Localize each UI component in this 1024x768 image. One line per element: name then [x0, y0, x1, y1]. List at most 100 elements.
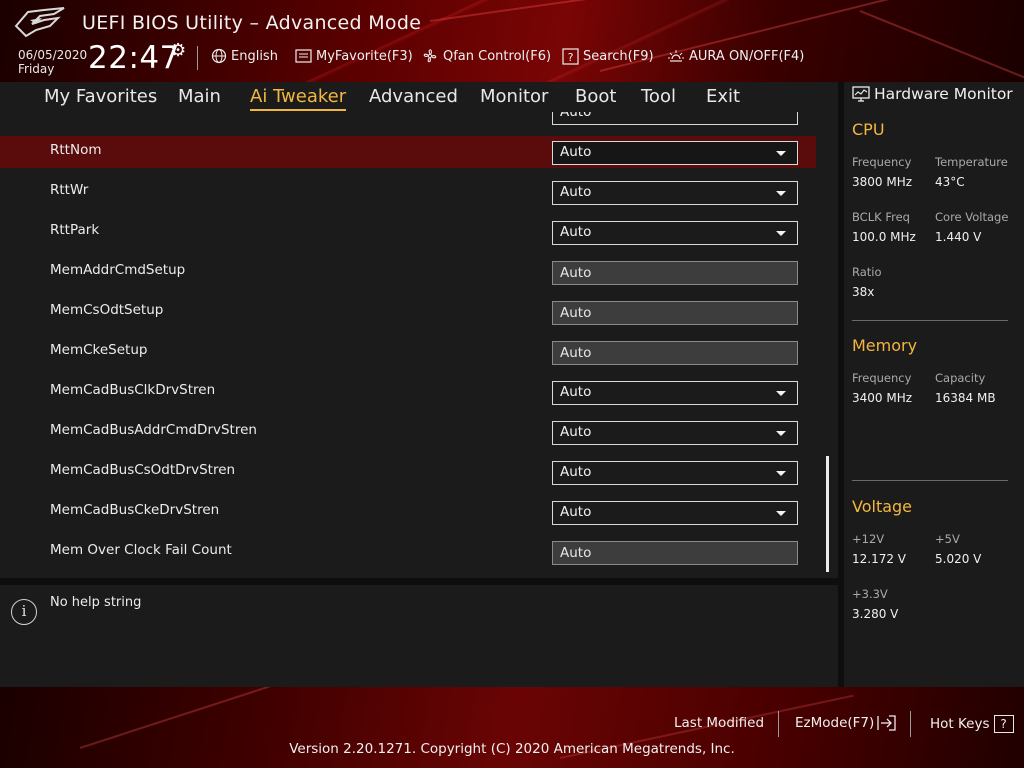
qfan-label: Qfan Control(F6): [443, 48, 552, 64]
search-button[interactable]: ? Search(F9): [562, 47, 654, 65]
memory-divider: [852, 480, 1008, 481]
aura-label: AURA ON/OFF(F4): [689, 48, 805, 64]
tab-my-favorites[interactable]: My Favorites: [44, 86, 157, 107]
top-header: UEFI BIOS Utility – Advanced Mode 06/05/…: [0, 0, 1024, 82]
bclk-freq-value: 100.0 MHz: [852, 230, 916, 244]
dropdown-arrow-icon: [776, 511, 786, 516]
svg-text:?: ?: [568, 51, 574, 64]
setting-textbox-memaddrcmdsetup[interactable]: Auto: [552, 261, 798, 285]
settings-scrollbar[interactable]: [826, 456, 829, 572]
date-text: 06/05/2020: [18, 48, 88, 62]
setting-label: MemCadBusAddrCmdDrvStren: [50, 422, 257, 438]
setting-value: Auto: [560, 424, 592, 440]
memory-capacity-value: 16384 MB: [935, 391, 996, 405]
setting-value: Auto: [560, 112, 592, 120]
help-key-icon: ?: [993, 715, 1014, 733]
rog-logo-icon: [14, 7, 65, 38]
setting-dropdown-rttwr[interactable]: Auto: [552, 181, 798, 205]
day-text: Friday: [18, 62, 55, 76]
setting-dropdown-memcadbuscsodtdrvstren[interactable]: Auto: [552, 461, 798, 485]
setting-textbox-mem-over-clock-fail-count[interactable]: Auto: [552, 541, 798, 565]
setting-row-mem-over-clock-fail-count[interactable]: Mem Over Clock Fail Count Auto: [0, 536, 816, 568]
setting-label: MemCsOdtSetup: [50, 302, 164, 318]
decorative-streak: [859, 10, 1024, 82]
cpu-divider: [852, 320, 1008, 321]
core-voltage-value: 1.440 V: [935, 230, 982, 244]
myfavorite-button[interactable]: MyFavorite(F3): [295, 47, 413, 65]
footer-divider: [778, 711, 779, 737]
ezmode-button[interactable]: EzMode(F7): [795, 715, 897, 731]
voltage-heading: Voltage: [852, 497, 913, 516]
setting-dropdown-memcadbusclkdrvstren[interactable]: Auto: [552, 381, 798, 405]
myfavorite-label: MyFavorite(F3): [316, 48, 413, 64]
setting-label: RttWr: [50, 182, 89, 198]
setting-value: Auto: [560, 384, 592, 400]
setting-label: MemAddrCmdSetup: [50, 262, 186, 278]
tab-advanced[interactable]: Advanced: [369, 86, 458, 107]
setting-row-memcadbusclkdrvstren[interactable]: MemCadBusClkDrvStren Auto: [0, 376, 816, 408]
setting-row-rttnom[interactable]: RttNom Auto: [0, 136, 816, 168]
footer-divider: [910, 711, 911, 737]
setting-dropdown-memcadbusaddrcmddrvstren[interactable]: Auto: [552, 421, 798, 445]
cpu-temperature-value: 43°C: [935, 175, 965, 189]
setting-textbox-memckesetup[interactable]: Auto: [552, 341, 798, 365]
tab-main[interactable]: Main: [178, 86, 221, 107]
setting-value: Auto: [560, 464, 592, 480]
setting-value: Auto: [560, 504, 592, 520]
setting-row-partial[interactable]: Auto: [0, 112, 816, 128]
bclk-freq-label: BCLK Freq: [852, 210, 910, 224]
setting-label: MemCadBusClkDrvStren: [50, 382, 216, 398]
globe-icon: [211, 48, 227, 64]
setting-label: MemCadBusCsOdtDrvStren: [50, 462, 236, 478]
setting-row-memcadbusaddrcmddrvstren[interactable]: MemCadBusAddrCmdDrvStren Auto: [0, 416, 816, 448]
hardware-monitor-title: Hardware Monitor: [852, 85, 1013, 103]
dropdown-arrow-icon: [776, 431, 786, 436]
setting-dropdown-rttnom[interactable]: Auto: [552, 141, 798, 165]
ratio-label: Ratio: [852, 265, 882, 279]
cpu-heading: CPU: [852, 120, 885, 139]
last-modified-button[interactable]: Last Modified: [674, 715, 764, 731]
setting-row-memaddrcmdsetup[interactable]: MemAddrCmdSetup Auto: [0, 256, 816, 288]
setting-value: Auto: [560, 184, 592, 200]
search-label: Search(F9): [583, 48, 654, 64]
app-title: UEFI BIOS Utility – Advanced Mode: [82, 12, 422, 34]
help-panel: i No help string: [0, 585, 838, 687]
tab-boot[interactable]: Boot: [575, 86, 616, 107]
dropdown-arrow-icon: [776, 391, 786, 396]
memory-capacity-label: Capacity: [935, 371, 986, 385]
tab-ai-tweaker[interactable]: Ai Tweaker: [250, 86, 347, 111]
dropdown-arrow-icon: [776, 151, 786, 156]
settings-list: Auto RttNom Auto RttWr Auto RttPark Auto…: [0, 112, 838, 578]
setting-row-memcadbusckedrvstren[interactable]: MemCadBusCkeDrvStren Auto: [0, 496, 816, 528]
ratio-value: 38x: [852, 285, 875, 299]
setting-row-memcadbuscsodtdrvstren[interactable]: MemCadBusCsOdtDrvStren Auto: [0, 456, 816, 488]
cpu-temperature-label: Temperature: [935, 155, 1008, 169]
setting-dropdown-memcadbusckedrvstren[interactable]: Auto: [552, 501, 798, 525]
aura-button[interactable]: AURA ON/OFF(F4): [667, 47, 804, 65]
memory-heading: Memory: [852, 336, 918, 355]
tab-tool[interactable]: Tool: [641, 86, 676, 107]
hardware-monitor-label: Hardware Monitor: [874, 85, 1013, 103]
setting-row-memckesetup[interactable]: MemCkeSetup Auto: [0, 336, 816, 368]
tab-exit[interactable]: Exit: [706, 86, 740, 107]
setting-row-rttwr[interactable]: RttWr Auto: [0, 176, 816, 208]
help-search-icon: ?: [562, 47, 579, 65]
cpu-frequency-label: Frequency: [852, 155, 912, 169]
memory-frequency-label: Frequency: [852, 371, 912, 385]
qfan-button[interactable]: Qfan Control(F6): [421, 47, 551, 65]
ezmode-label: EzMode(F7): [795, 715, 875, 731]
tab-monitor[interactable]: Monitor: [480, 86, 548, 107]
monitor-icon: [852, 86, 870, 102]
hotkeys-button[interactable]: Hot Keys ?: [930, 715, 1014, 733]
dropdown-arrow-icon: [776, 471, 786, 476]
setting-row-memcsodtsetup[interactable]: MemCsOdtSetup Auto: [0, 296, 816, 328]
dropdown-arrow-icon: [776, 231, 786, 236]
setting-row-rttpark[interactable]: RttPark Auto: [0, 216, 816, 248]
language-button[interactable]: English: [211, 47, 278, 65]
setting-dropdown-rttpark[interactable]: Auto: [552, 221, 798, 245]
setting-label: MemCkeSetup: [50, 342, 148, 358]
setting-dropdown-partial[interactable]: Auto: [552, 112, 798, 125]
gear-icon[interactable]: ⚙: [170, 40, 186, 61]
setting-textbox-memcsodtsetup[interactable]: Auto: [552, 301, 798, 325]
header-divider: [197, 46, 198, 70]
